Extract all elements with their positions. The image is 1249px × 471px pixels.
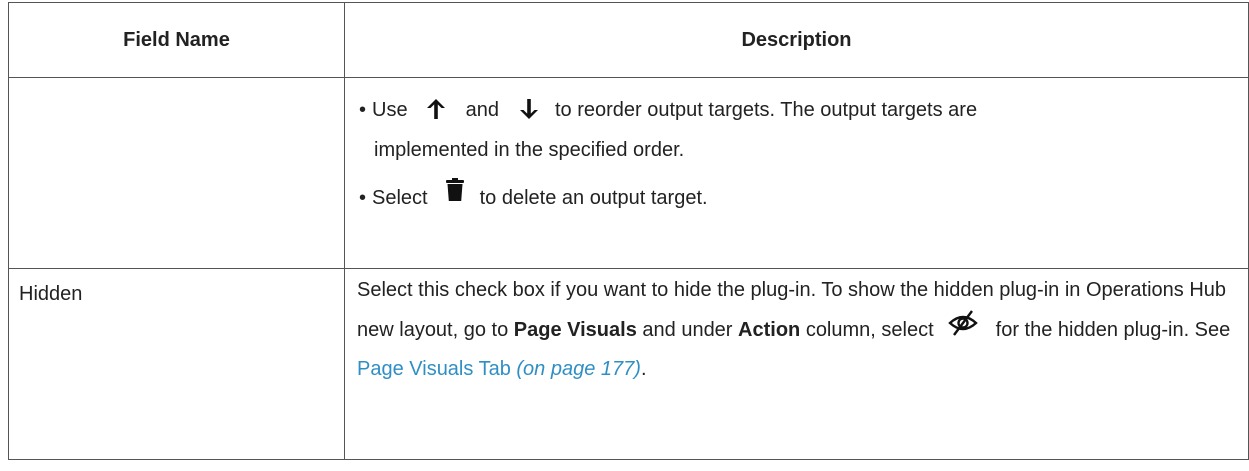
bullet-dot: • bbox=[359, 99, 367, 121]
period-text: . bbox=[640, 358, 647, 380]
action-label: Action bbox=[738, 319, 801, 341]
field-name-cell bbox=[8, 77, 345, 269]
page-visuals-tab-link[interactable]: Page Visuals Tab bbox=[357, 358, 511, 380]
header-field-name: Field Name bbox=[8, 2, 345, 78]
table-row: • Use and to reorder output targets. The ou… bbox=[8, 77, 1249, 269]
bullet-dot: • bbox=[359, 187, 367, 209]
page-reference-link[interactable]: (on page 177) bbox=[516, 358, 641, 380]
delete-text: to delete an output target. bbox=[479, 187, 708, 209]
table-row: Hidden Select this check box if you want… bbox=[8, 268, 1249, 460]
trash-icon bbox=[445, 178, 464, 214]
page: Field Name Description • Use and to reorder… bbox=[0, 0, 1249, 471]
arrow-up-icon bbox=[426, 96, 446, 132]
use-text: Use bbox=[372, 99, 408, 121]
and-under-text: and under bbox=[642, 319, 733, 341]
list-item: • Select to delete an output target. bbox=[359, 168, 1236, 216]
table-header-row: Field Name Description bbox=[8, 2, 1249, 78]
hidden-description: Select this check box if you want to hid… bbox=[357, 269, 1236, 389]
for-hidden-text: for the hidden plug-in. See bbox=[995, 319, 1231, 341]
reorder-text-line2: implemented in the specified order. bbox=[374, 139, 685, 161]
field-table: Field Name Description • Use and to reorder… bbox=[8, 2, 1249, 460]
description-cell: • Use and to reorder output targets. The ou… bbox=[344, 77, 1249, 269]
select-text: Select bbox=[372, 187, 428, 209]
reorder-text: to reorder output targets. The output ta… bbox=[554, 99, 978, 121]
bullet-list: • Use and to reorder output targets. The ou… bbox=[357, 78, 1236, 216]
and-text: and bbox=[465, 99, 499, 121]
column-select-text: column, select bbox=[805, 319, 934, 341]
field-name-cell: Hidden bbox=[8, 268, 345, 460]
description-cell: Select this check box if you want to hid… bbox=[344, 268, 1249, 460]
header-description: Description bbox=[344, 2, 1249, 78]
arrow-down-icon bbox=[519, 96, 539, 132]
eye-slash-icon bbox=[947, 310, 978, 350]
page-visuals-label: Page Visuals bbox=[513, 319, 637, 341]
list-item: • Use and to reorder output targets. The ou… bbox=[359, 78, 1236, 168]
